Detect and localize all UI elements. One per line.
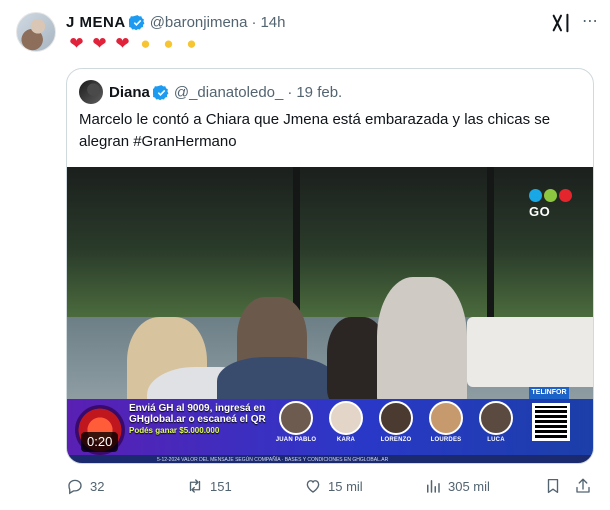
reply-icon: [68, 479, 82, 495]
verified-badge-icon: [128, 14, 145, 30]
mattress: [467, 317, 593, 387]
quoted-time[interactable]: 19 feb.: [296, 84, 342, 101]
author-handle[interactable]: @baronjimena: [150, 14, 248, 31]
repost-icon: [189, 479, 201, 493]
views-button[interactable]: 305 mil: [424, 476, 490, 496]
tweet-header: J MENA @baronjimena · 14h: [66, 12, 286, 32]
contestant: LORENZO: [373, 399, 419, 455]
heart-icon: [306, 480, 320, 493]
chick-emoji-icon: ●: [140, 34, 151, 53]
contestant-name: JUAN PABLO: [275, 437, 317, 443]
contestant-name: LORENZO: [380, 437, 412, 443]
contestant-name: LOURDES: [430, 437, 462, 443]
share-button[interactable]: [574, 476, 598, 496]
views-count: 305 mil: [448, 478, 490, 494]
quoted-tweet[interactable]: Diana @_dianatoledo_ · 19 feb. Marcelo l…: [66, 68, 594, 464]
quoted-text: Marcelo le contó a Chiara que Jmena está…: [79, 111, 551, 150]
promo-line: GHglobal.ar o escaneá el QR: [129, 414, 266, 425]
tweet-text: ❤ ❤ ❤ ● ● ●: [66, 34, 202, 54]
heart-emoji-icon: ❤: [69, 34, 84, 53]
contestant: LUCA: [473, 399, 519, 455]
contestant-photo: [479, 401, 513, 435]
views-icon: [427, 480, 440, 493]
like-button[interactable]: 15 mil: [304, 476, 363, 496]
contestant: KARA: [323, 399, 369, 455]
channel-logo: GO: [529, 189, 577, 223]
author-name[interactable]: J MENA: [66, 14, 126, 31]
repost-button[interactable]: 151: [186, 476, 232, 496]
promo-line: Enviá GH al 9009, ingresá en: [129, 403, 266, 414]
video-timestamp: 0:20: [81, 432, 119, 452]
channel-logo-dot-icon: [529, 189, 542, 202]
author-avatar[interactable]: [16, 12, 56, 52]
reply-button[interactable]: 32: [66, 476, 104, 496]
heart-emoji-icon: ❤: [92, 34, 107, 53]
separator-dot: ·: [251, 13, 257, 31]
legal-ticker: 5-12-2024 VALOR DEL MENSAJE SEGÚN COMPAÑ…: [67, 455, 593, 463]
channel-logo-dot-icon: [559, 189, 572, 202]
quoted-author-name[interactable]: Diana: [109, 84, 150, 101]
contestant: JUAN PABLO: [273, 399, 319, 455]
reply-count: 32: [90, 478, 105, 494]
channel-logo-text: GO: [529, 204, 551, 219]
grok-icon[interactable]: [550, 12, 572, 34]
quoted-avatar[interactable]: [79, 80, 103, 104]
like-count: 15 mil: [328, 478, 363, 494]
tweet-time[interactable]: 14h: [260, 14, 285, 31]
chick-emoji-icon: ●: [186, 34, 197, 53]
contestant-strip: JUAN PABLO KARA LORENZO LOURDES LUCA: [273, 399, 519, 455]
quoted-author-handle[interactable]: @_dianatoledo_: [174, 84, 283, 101]
channel-logo-dot-icon: [544, 189, 557, 202]
video-player[interactable]: GO Enviá GH al 9009, ingresá en GHglobal…: [67, 167, 593, 463]
heart-emoji-icon: ❤: [115, 34, 130, 53]
contestant-photo: [429, 401, 463, 435]
sponsor-badge: TELINFOR: [529, 387, 569, 399]
repost-count: 151: [210, 478, 232, 494]
bookmark-icon: [547, 478, 559, 494]
action-bar: 32 151 15 mil 305 mil: [66, 476, 596, 496]
contestant-name: LUCA: [487, 437, 505, 443]
share-icon: [576, 478, 590, 493]
contestant-name: KARA: [336, 437, 356, 443]
contestant: LOURDES: [423, 399, 469, 455]
bookmark-button[interactable]: [544, 476, 568, 496]
contestant-photo: [329, 401, 363, 435]
contestant-photo: [379, 401, 413, 435]
contestant-photo: [279, 401, 313, 435]
chick-emoji-icon: ●: [163, 34, 174, 53]
quoted-header: Diana @_dianatoledo_ · 19 feb.: [79, 80, 342, 104]
more-options-icon[interactable]: ⋯: [582, 12, 602, 32]
separator-dot: ·: [287, 83, 293, 101]
verified-badge-icon: [152, 84, 169, 100]
qr-code-icon: [532, 403, 570, 441]
tweet: J MENA @baronjimena · 14h ⋯ ❤ ❤ ❤ ● ● ● …: [0, 0, 610, 510]
